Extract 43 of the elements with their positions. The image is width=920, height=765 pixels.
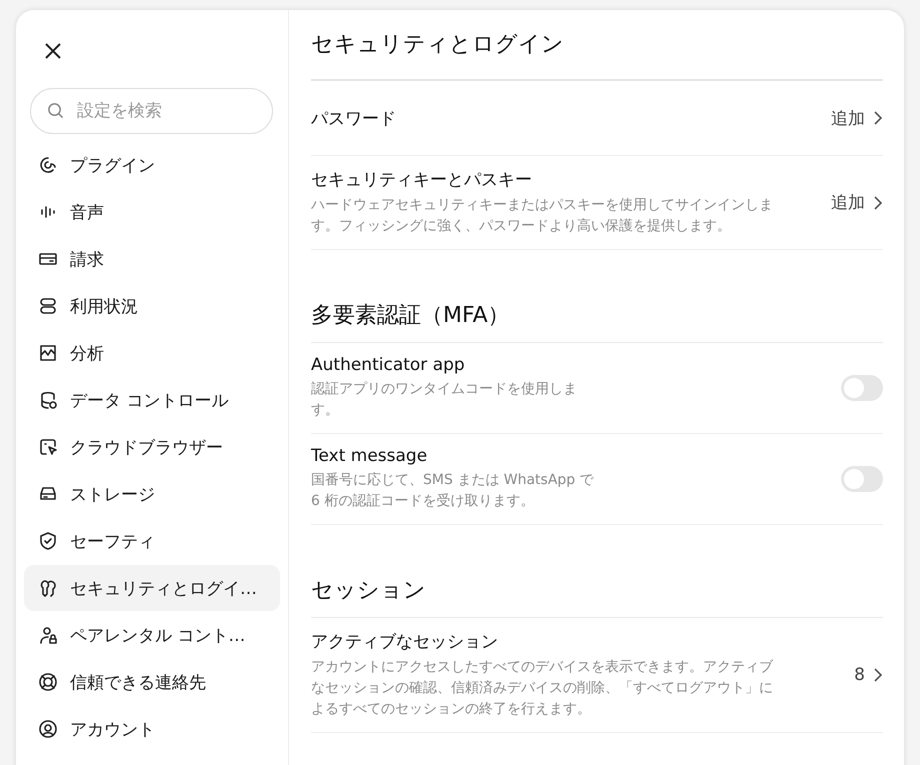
setting-description: 認証アプリのワンタイムコードを使用します。 — [311, 380, 578, 420]
sidebar-item[interactable]: データ コントロール — [24, 377, 280, 423]
setting-title: Authenticator app — [311, 355, 466, 375]
chevron-icon — [873, 667, 883, 683]
chevron-icon — [873, 110, 883, 126]
search-icon — [47, 102, 64, 119]
setting-description: アカウントにアクセスしたすべてのデバイスを表示できます。アクティブなセッションの確認、信頼済みデバイスの削除、「すべてログアウト」によるすべてのセッションの終了を行えます。 — [311, 658, 774, 719]
lifebuoy-icon — [38, 672, 58, 692]
stacked-pills-icon — [38, 296, 58, 316]
setting-title: Text message — [311, 446, 428, 466]
keys-icon — [38, 578, 58, 598]
sidebar-item[interactable]: 利用状況 — [24, 283, 280, 329]
sidebar-item[interactable]: 信頼できる連絡先 — [24, 659, 280, 705]
sidebar-item[interactable]: クラウドブラウザー — [24, 424, 280, 470]
sidebar-item[interactable]: アカウント — [24, 706, 280, 752]
section-heading: 多要素認証（MFA） — [311, 250, 883, 343]
browser-cursor-icon — [38, 437, 58, 457]
setting-link[interactable]: 8 — [854, 665, 883, 685]
database-gear-icon — [38, 390, 58, 410]
toggle-switch[interactable] — [841, 466, 883, 492]
setting-title: セキュリティキーとパスキー — [311, 169, 533, 191]
chart-icon — [38, 343, 58, 363]
setting-title: アクティブなセッション — [311, 631, 499, 653]
sidebar-item[interactable]: 請求 — [24, 236, 280, 282]
search-field[interactable]: 設定を検索 — [30, 88, 273, 134]
sidebar-item[interactable]: セーフティ — [24, 518, 280, 564]
setting-link[interactable]: 追加 — [831, 191, 883, 214]
sidebar-item[interactable]: 分析 — [24, 330, 280, 376]
toggle-switch[interactable] — [841, 375, 883, 401]
section-heading: セッション — [311, 525, 883, 618]
chevron-icon — [873, 194, 883, 210]
shield-check-icon — [38, 531, 58, 551]
setting-link[interactable]: 追加 — [831, 106, 883, 130]
sidebar-item[interactable]: プラグイン — [24, 142, 280, 188]
sidebar-item[interactable]: セキュリティとログイ… — [24, 565, 280, 611]
setting-description: ハードウェアセキュリティキーまたはパスキーを使用してサインインします。フィッシングに強く、パスワードより高い保護を提供します。 — [311, 196, 774, 236]
setting-title: パスワード — [311, 108, 397, 130]
sidebar-item[interactable]: ペアレンタル コント… — [24, 612, 280, 658]
section-heading: セキュリティとログイン — [311, 10, 883, 81]
setting-description: 国番号に応じて、SMS または WhatsApp で 6 桁の認証コードを受け取ります。 — [311, 471, 595, 511]
person-lock-icon — [38, 625, 58, 645]
sidebar-item[interactable]: ストレージ — [24, 471, 280, 517]
sidebar-item[interactable]: 音声 — [24, 189, 280, 235]
